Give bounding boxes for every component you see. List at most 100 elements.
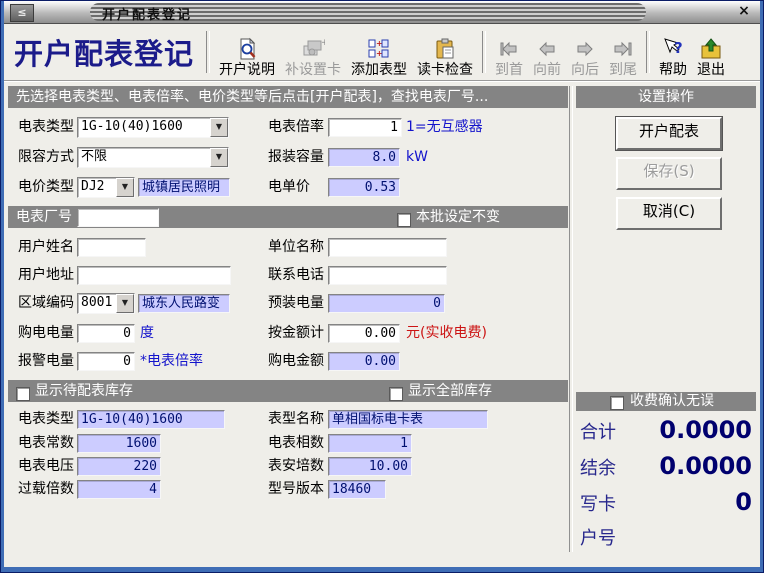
buy-amount-label: 购电金额 bbox=[268, 351, 324, 371]
chevron-down-icon[interactable]: ▼ bbox=[116, 294, 134, 313]
toolbar-label: 补设置卡 bbox=[285, 62, 341, 78]
doc-search-icon bbox=[235, 36, 259, 62]
toolbar-button-help[interactable]: ? 帮助 bbox=[654, 25, 692, 79]
batch-fixed-checkbox[interactable] bbox=[397, 210, 411, 232]
unit-price-label: 电单价 bbox=[268, 177, 310, 197]
open-account-button[interactable]: 开户配表 bbox=[616, 117, 722, 150]
buy-qty-input[interactable] bbox=[77, 324, 135, 343]
constant-field: 1600 bbox=[77, 434, 161, 453]
toolbar-button-first: 到首 bbox=[490, 25, 528, 79]
total-value: 0.0000 bbox=[604, 415, 752, 445]
amount-label: 按金额计 bbox=[268, 323, 324, 343]
buy-qty-label: 购电电量 bbox=[18, 323, 74, 343]
show-all-checkbox[interactable] bbox=[389, 384, 403, 406]
limit-mode-value: 不限 bbox=[78, 148, 210, 167]
toolbar-label: 向后 bbox=[571, 62, 599, 78]
factory-input[interactable] bbox=[77, 208, 159, 227]
instruction-text: 先选择电表类型、电表倍率、电价类型等后点击[开户配表]，查找电表厂号... bbox=[16, 86, 488, 108]
capacity-label: 报装容量 bbox=[268, 147, 324, 167]
ampere-field: 10.00 bbox=[328, 457, 412, 476]
alarm-qty-input[interactable] bbox=[77, 352, 135, 371]
user-name-label: 用户姓名 bbox=[18, 237, 74, 257]
batch-fixed-label: 本批设定不变 bbox=[416, 206, 500, 228]
overload-field: 4 bbox=[77, 480, 161, 499]
meter-type-combobox[interactable]: 1G-10(40)1600 ▼ bbox=[77, 117, 229, 138]
side-panel-header: 设置操作 bbox=[576, 86, 756, 108]
exit-folder-icon bbox=[699, 36, 723, 62]
region-code-value: 8001 bbox=[78, 294, 116, 313]
panel-divider bbox=[569, 86, 573, 552]
chevron-down-icon[interactable]: ▼ bbox=[210, 148, 228, 167]
checkbox-icon[interactable] bbox=[389, 387, 403, 401]
checkbox-icon[interactable] bbox=[16, 387, 30, 401]
region-code-combobox[interactable]: 8001 ▼ bbox=[77, 293, 135, 314]
region-code-label: 区域编码 bbox=[18, 293, 74, 313]
card-plus-icon: + bbox=[301, 36, 325, 62]
capacity-unit: kW bbox=[406, 147, 428, 167]
balance-value: 0.0000 bbox=[604, 451, 752, 481]
svg-text:+: + bbox=[321, 38, 325, 48]
voltage-label: 电表电压 bbox=[18, 456, 74, 476]
svg-text:?: ? bbox=[674, 39, 683, 57]
ampere-label: 表安培数 bbox=[268, 456, 324, 476]
chevron-down-icon[interactable]: ▼ bbox=[116, 178, 134, 197]
chevron-down-icon[interactable]: ▼ bbox=[210, 118, 228, 137]
checkbox-icon[interactable] bbox=[610, 396, 624, 410]
meter-type-value: 1G-10(40)1600 bbox=[78, 118, 210, 137]
toolbar-label: 向前 bbox=[533, 62, 561, 78]
region-desc-field: 城东人民路变 bbox=[138, 294, 230, 313]
app-logo-icon: ≤ bbox=[10, 4, 34, 22]
toolbar-separator bbox=[206, 31, 210, 73]
cancel-button[interactable]: 取消(C) bbox=[616, 197, 722, 230]
toolbar-label: 开户说明 bbox=[219, 62, 275, 78]
version-label: 型号版本 bbox=[268, 479, 324, 499]
close-icon[interactable]: × bbox=[734, 3, 754, 20]
app-window: ≤ 开户配表登记 × 开户配表登记 开户说明 + 补设置卡 + bbox=[0, 0, 764, 573]
toolbar-label: 帮助 bbox=[659, 62, 687, 78]
factory-label: 电表厂号 bbox=[16, 206, 72, 228]
toolbar-label: 添加表型 bbox=[351, 62, 407, 78]
client-area: 开户配表登记 开户说明 + 补设置卡 ++ 添加表型 bbox=[4, 24, 760, 567]
toolbar-button-exit[interactable]: 退出 bbox=[692, 25, 730, 79]
add-type-icon: ++ bbox=[367, 36, 391, 62]
toolbar-button-add-meter-type[interactable]: ++ 添加表型 bbox=[346, 25, 412, 79]
overload-label: 过载倍数 bbox=[18, 479, 74, 499]
user-addr-input[interactable] bbox=[77, 266, 231, 285]
price-type-label: 电价类型 bbox=[18, 177, 74, 197]
stock-bar: 显示待配表库存 显示全部库存 bbox=[8, 380, 568, 402]
toolbar-label: 到首 bbox=[495, 62, 523, 78]
phone-input[interactable] bbox=[328, 266, 447, 285]
checkbox-icon[interactable] bbox=[397, 213, 411, 227]
instruction-bar: 先选择电表类型、电表倍率、电价类型等后点击[开户配表]，查找电表厂号... bbox=[8, 86, 568, 108]
org-name-input[interactable] bbox=[328, 238, 447, 257]
limit-mode-combobox[interactable]: 不限 ▼ bbox=[77, 147, 229, 168]
toolbar-button-open-help[interactable]: 开户说明 bbox=[214, 25, 280, 79]
ratio-hint: 1=无互感器 bbox=[406, 117, 483, 137]
toolbar-button-read-card[interactable]: 读卡检查 bbox=[412, 25, 478, 79]
toolbar-button-next: 向后 bbox=[566, 25, 604, 79]
ratio-input[interactable] bbox=[328, 118, 402, 137]
version-field: 18460 bbox=[328, 480, 386, 499]
show-all-label: 显示全部库存 bbox=[408, 380, 492, 402]
page-title: 开户配表登记 bbox=[14, 31, 194, 73]
toolbar-separator bbox=[482, 31, 486, 73]
write-card-value: 0 bbox=[604, 487, 752, 517]
confirm-checkbox[interactable] bbox=[610, 395, 624, 414]
preload-label: 预装电量 bbox=[268, 293, 324, 313]
amount-input[interactable] bbox=[328, 324, 400, 343]
phase-label: 电表相数 bbox=[268, 433, 324, 453]
account-no-label: 户号 bbox=[580, 526, 616, 552]
next-arrow-icon bbox=[575, 36, 595, 62]
price-type-value: DJ2 bbox=[78, 178, 116, 197]
confirm-label: 收费确认无误 bbox=[630, 392, 714, 411]
toolbar-button-prev: 向前 bbox=[528, 25, 566, 79]
meter-type2-field: 1G-10(40)1600 bbox=[77, 410, 225, 429]
price-type-combobox[interactable]: DJ2 ▼ bbox=[77, 177, 135, 198]
user-name-input[interactable] bbox=[77, 238, 146, 257]
type-name-label: 表型名称 bbox=[268, 409, 324, 429]
phone-label: 联系电话 bbox=[268, 265, 324, 285]
toolbar-label: 退出 bbox=[697, 62, 725, 78]
show-pending-checkbox[interactable] bbox=[16, 384, 30, 406]
meter-type-label: 电表类型 bbox=[18, 117, 74, 137]
last-arrow-icon bbox=[613, 36, 633, 62]
